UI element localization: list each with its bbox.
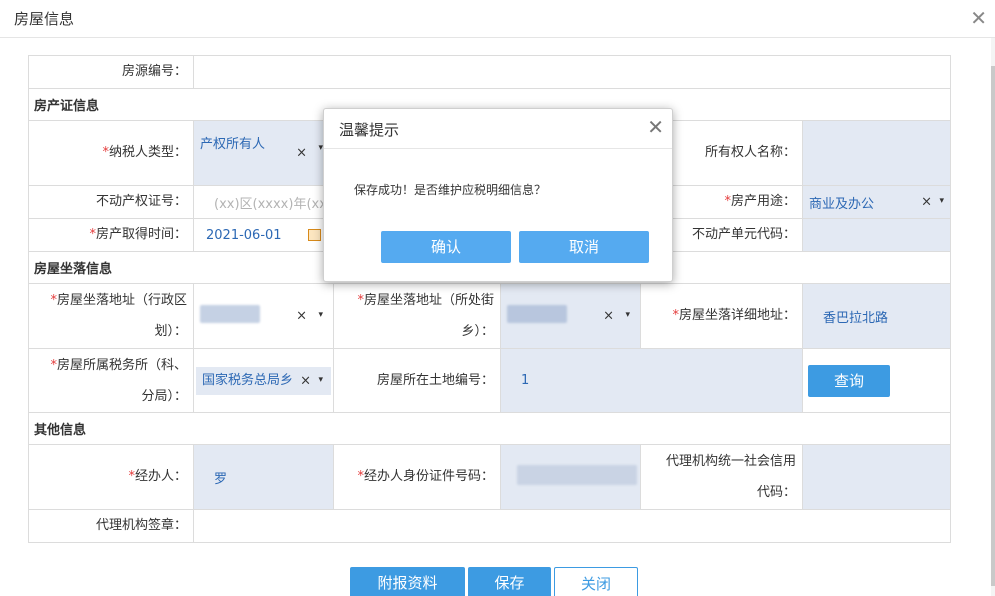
addr-district-select[interactable]: × ▾ <box>193 283 334 349</box>
owner-name-field[interactable] <box>801 120 952 186</box>
unit-code-field[interactable] <box>801 218 952 252</box>
taxpayer-type-label: *纳税人类型： <box>28 120 194 186</box>
scrollbar[interactable] <box>991 38 995 596</box>
tax-office-label: *房屋所属税务所（科、 分局）： <box>28 348 194 413</box>
fangyuan-field[interactable] <box>192 55 952 89</box>
window-title: 房屋信息 <box>14 10 75 28</box>
scrollbar-thumb[interactable] <box>991 66 995 586</box>
acquire-time-label: *房产取得时间： <box>28 218 194 252</box>
clear-icon[interactable]: × <box>296 309 307 324</box>
handler-label: *经办人： <box>28 444 194 510</box>
section-other-heading: 其他信息 <box>27 412 952 445</box>
addr-detail-input[interactable]: 香巴拉北路 <box>801 283 952 349</box>
redacted-value <box>517 465 637 485</box>
query-button[interactable]: 查询 <box>808 364 891 397</box>
land-no-input[interactable]: 1 <box>500 348 803 413</box>
window-titlebar: 房屋信息 ✕ <box>0 0 995 38</box>
agency-credit-input[interactable] <box>801 444 952 510</box>
redacted-value <box>507 305 567 323</box>
agency-seal-label: 代理机构签章： <box>28 509 194 543</box>
addr-detail-label: *房屋坐落详细地址： <box>640 283 803 349</box>
chevron-down-icon[interactable]: ▾ <box>318 375 323 385</box>
close-icon[interactable]: ✕ <box>970 6 987 30</box>
confirm-dialog: 温馨提示 ✕ 保存成功！是否维护应税明细信息？ 确认 取消 <box>323 108 673 282</box>
calendar-icon[interactable] <box>308 229 321 241</box>
cancel-button[interactable]: 取消 <box>519 231 649 263</box>
save-button[interactable]: 保存 <box>468 567 551 596</box>
clear-icon[interactable]: × <box>300 373 311 388</box>
handler-id-input[interactable] <box>500 444 641 510</box>
dialog-header: 温馨提示 ✕ <box>324 109 672 149</box>
chevron-down-icon[interactable]: ▾ <box>940 196 945 206</box>
handler-id-label: *经办人身份证件号码： <box>333 444 501 510</box>
house-use-select[interactable]: 商业及办公 × ▾ <box>801 185 952 219</box>
redacted-value <box>200 305 260 323</box>
land-no-label: 房屋所在土地编号： <box>333 348 501 413</box>
realty-cert-label: 不动产权证号： <box>28 185 194 219</box>
addr-street-label: *房屋坐落地址（所处街 乡）： <box>333 283 501 349</box>
close-button[interactable]: 关闭 <box>554 567 638 596</box>
clear-icon[interactable]: × <box>296 146 307 161</box>
addr-street-select[interactable]: × ▾ <box>500 283 641 349</box>
clear-icon[interactable]: × <box>921 195 932 210</box>
agency-seal-field[interactable] <box>192 509 952 543</box>
fangyuan-label: 房源编号： <box>28 55 194 89</box>
addr-district-label: *房屋坐落地址（行政区 划）： <box>28 283 194 349</box>
handler-input[interactable]: 罗 <box>193 444 334 510</box>
dialog-title: 温馨提示 <box>339 121 400 139</box>
taxpayer-type-select[interactable]: 产权所有人 × ▾ <box>193 120 334 186</box>
chevron-down-icon[interactable]: ▾ <box>625 310 630 320</box>
attach-button[interactable]: 附报资料 <box>350 567 465 596</box>
tax-office-select[interactable]: 国家税务总局乡 × ▾ <box>193 348 334 413</box>
chevron-down-icon[interactable]: ▾ <box>318 310 323 320</box>
close-icon[interactable]: ✕ <box>647 115 664 139</box>
agency-credit-label: 代理机构统一社会信用 代码： <box>640 444 803 510</box>
query-cell: 查询 <box>801 348 952 413</box>
dialog-message: 保存成功！是否维护应税明细信息？ <box>354 183 547 197</box>
clear-icon[interactable]: × <box>603 309 614 324</box>
confirm-button[interactable]: 确认 <box>381 231 511 263</box>
